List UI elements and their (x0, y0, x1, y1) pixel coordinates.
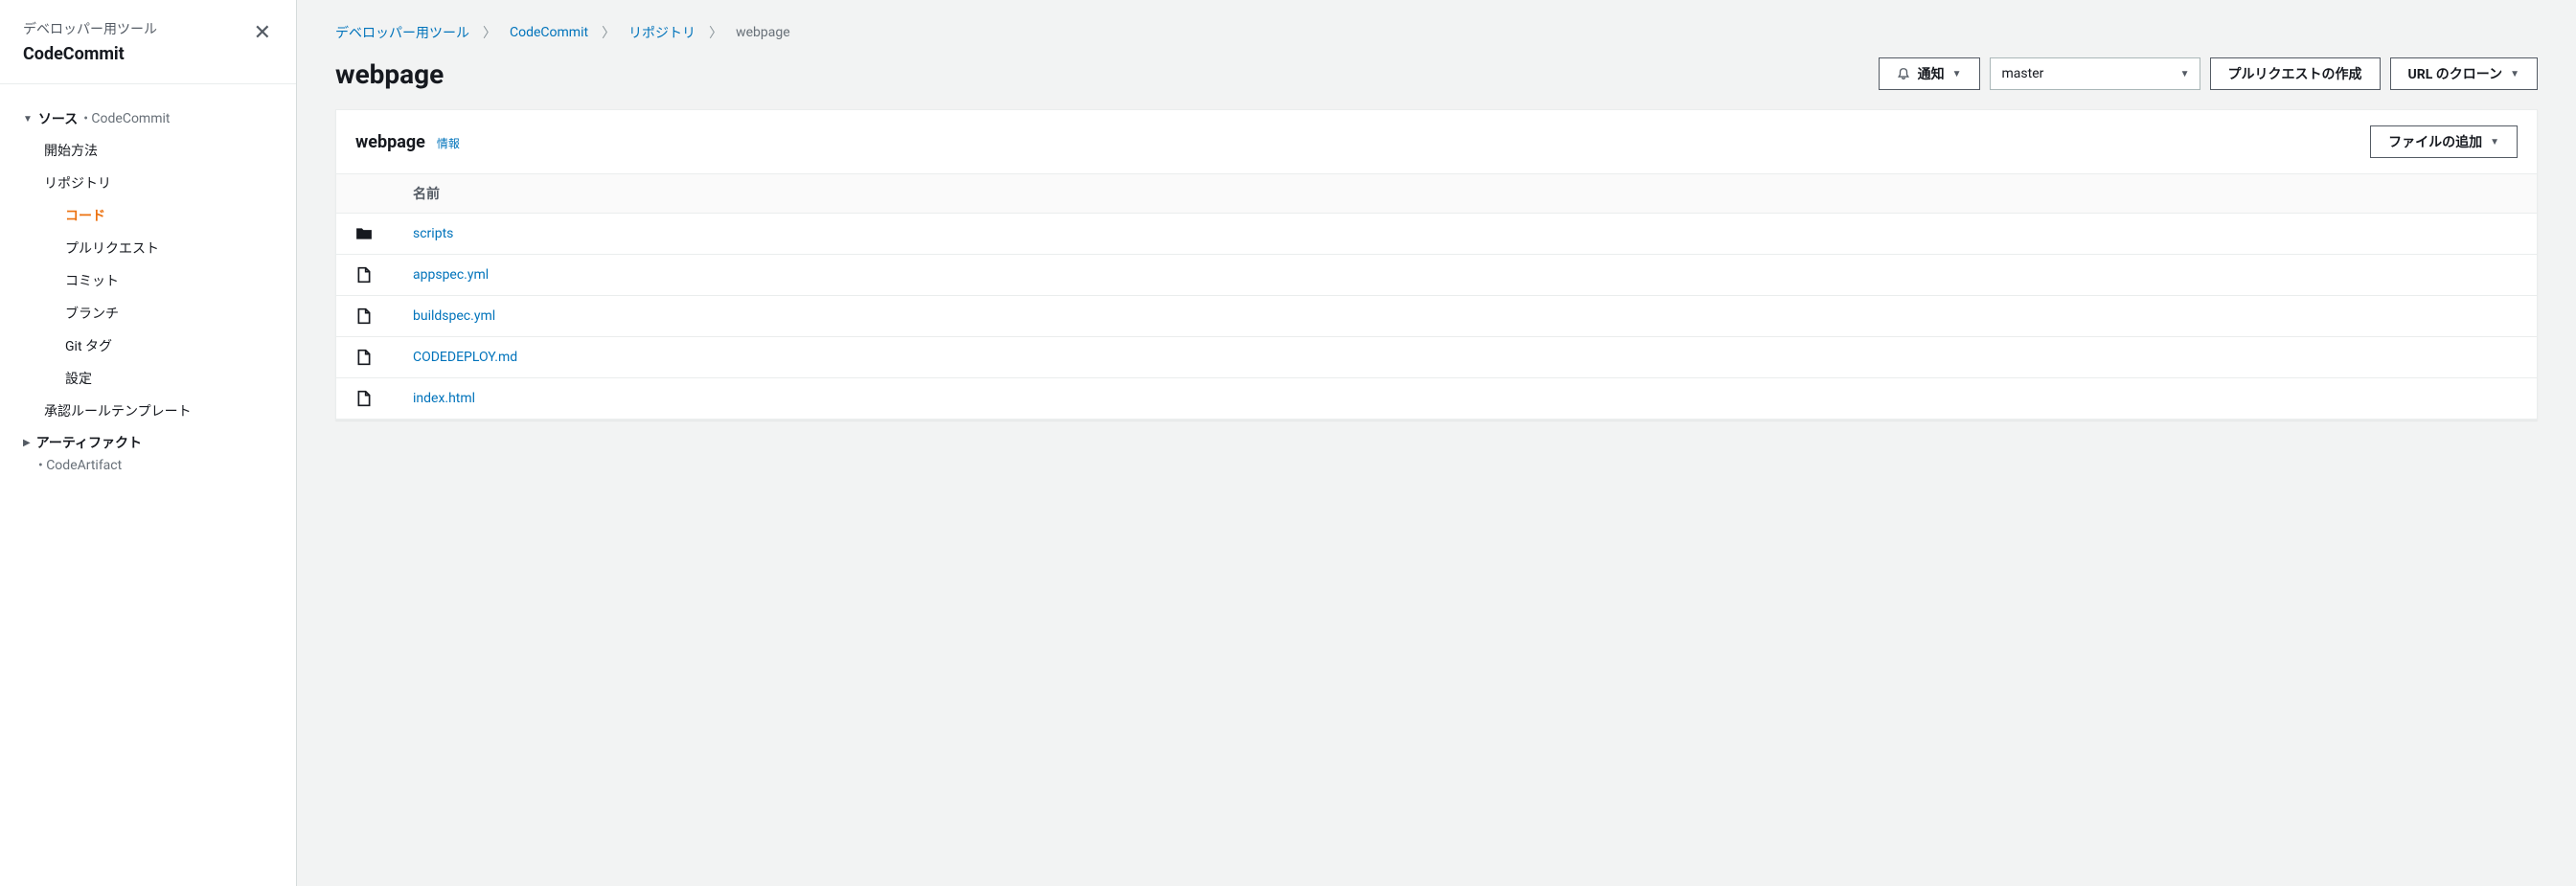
table-row: index.html (336, 378, 2537, 420)
file-name-cell: scripts (394, 214, 2537, 255)
table-row: buildspec.yml (336, 296, 2537, 337)
file-icon (336, 337, 394, 378)
card-header: webpage 情報 ファイルの追加 ▼ (336, 110, 2537, 173)
nav-section: ▼ ソース • CodeCommit 開始方法リポジトリコードプルリクエストコミット… (0, 103, 296, 427)
file-name-cell: appspec.yml (394, 255, 2537, 296)
sidebar-item[interactable]: 設定 (23, 362, 273, 395)
sidebar-item[interactable]: コード (23, 199, 273, 232)
sidebar-title: CodeCommit (23, 44, 157, 64)
nav-section-suffix: • CodeArtifact (23, 458, 273, 473)
chevron-right-icon: 〉 (483, 23, 496, 42)
main-content: デベロッパー用ツール〉CodeCommit〉リポジトリ〉webpage webp… (297, 0, 2576, 886)
sidebar-nav: ▼ ソース • CodeCommit 開始方法リポジトリコードプルリクエストコミット… (0, 84, 296, 492)
branch-selected-label: master (2002, 66, 2044, 81)
clone-url-label: URL のクローン (2408, 64, 2503, 83)
sidebar-subtitle: デベロッパー用ツール (23, 19, 157, 38)
add-file-label: ファイルの追加 (2388, 132, 2482, 151)
file-link[interactable]: appspec.yml (413, 267, 489, 283)
file-icon (336, 296, 394, 337)
breadcrumb-item[interactable]: リポジトリ (628, 23, 695, 42)
card-title-wrap: webpage 情報 (355, 132, 460, 152)
file-icon (336, 255, 394, 296)
close-icon[interactable]: ✕ (252, 19, 273, 47)
caret-down-icon: ▼ (1952, 69, 1962, 80)
caret-down-icon: ▼ (2490, 137, 2499, 148)
notify-button[interactable]: 通知 ▼ (1879, 57, 1980, 90)
create-pr-label: プルリクエストの作成 (2228, 64, 2362, 83)
chevron-right-icon: 〉 (709, 23, 722, 42)
caret-down-icon: ▼ (23, 114, 33, 125)
notify-label: 通知 (1918, 64, 1945, 83)
sidebar-item[interactable]: Git タグ (23, 329, 273, 362)
file-link[interactable]: buildspec.yml (413, 308, 495, 324)
caret-right-icon: ▶ (23, 438, 31, 448)
repo-card: webpage 情報 ファイルの追加 ▼ 名前 scripts appspec.y… (335, 109, 2538, 420)
sidebar-item[interactable]: ブランチ (23, 297, 273, 329)
sidebar-header-text: デベロッパー用ツール CodeCommit (23, 19, 157, 64)
nav-section-suffix: • CodeCommit (83, 111, 170, 126)
card-title: webpage (355, 132, 425, 152)
info-link[interactable]: 情報 (437, 135, 460, 151)
file-name-cell: index.html (394, 378, 2537, 420)
file-link[interactable]: CODEDEPLOY.md (413, 350, 517, 365)
page-title: webpage (335, 58, 444, 90)
table-header-name: 名前 (394, 174, 2537, 214)
file-icon (336, 378, 394, 420)
breadcrumb-item[interactable]: デベロッパー用ツール (335, 23, 469, 42)
sidebar-item[interactable]: プルリクエスト (23, 232, 273, 264)
nav-section-label: アーティファクト (36, 433, 142, 452)
page-actions: 通知 ▼ master ▼ プルリクエストの作成 URL のクローン ▼ (1879, 57, 2538, 90)
sidebar-item[interactable]: リポジトリ (23, 167, 273, 199)
table-row: CODEDEPLOY.md (336, 337, 2537, 378)
file-link[interactable]: scripts (413, 226, 453, 241)
breadcrumb-item[interactable]: CodeCommit (510, 25, 588, 40)
nav-section-label: ソース (38, 109, 78, 128)
add-file-button[interactable]: ファイルの追加 ▼ (2370, 125, 2518, 158)
caret-down-icon: ▼ (2180, 69, 2190, 80)
file-link[interactable]: index.html (413, 391, 475, 406)
page-header: webpage 通知 ▼ master ▼ プルリクエストの作成 URL のクロ… (335, 57, 2538, 90)
sidebar: デベロッパー用ツール CodeCommit ✕ ▼ ソース • CodeCommi… (0, 0, 297, 886)
bell-icon (1897, 67, 1910, 80)
table-header-icon (336, 174, 394, 214)
nav-section: ▶ アーティファクト • CodeArtifact (0, 427, 296, 473)
file-name-cell: buildspec.yml (394, 296, 2537, 337)
breadcrumb-item: webpage (736, 25, 790, 40)
branch-select[interactable]: master ▼ (1990, 57, 2200, 90)
create-pull-request-button[interactable]: プルリクエストの作成 (2210, 57, 2381, 90)
caret-down-icon: ▼ (2510, 69, 2519, 80)
file-table: 名前 scripts appspec.yml buildspec.yml CODEDE… (336, 173, 2537, 420)
table-row: appspec.yml (336, 255, 2537, 296)
sidebar-header: デベロッパー用ツール CodeCommit ✕ (0, 0, 296, 84)
table-row: scripts (336, 214, 2537, 255)
sidebar-item[interactable]: 開始方法 (23, 134, 273, 167)
folder-icon (336, 214, 394, 255)
clone-url-button[interactable]: URL のクローン ▼ (2390, 57, 2538, 90)
breadcrumb: デベロッパー用ツール〉CodeCommit〉リポジトリ〉webpage (335, 23, 2538, 42)
sidebar-item[interactable]: 承認ルールテンプレート (23, 395, 273, 427)
nav-section-header[interactable]: ▼ ソース • CodeCommit (23, 103, 273, 134)
nav-section-header[interactable]: ▶ アーティファクト (23, 427, 273, 458)
file-name-cell: CODEDEPLOY.md (394, 337, 2537, 378)
sidebar-item[interactable]: コミット (23, 264, 273, 297)
chevron-right-icon: 〉 (602, 23, 615, 42)
